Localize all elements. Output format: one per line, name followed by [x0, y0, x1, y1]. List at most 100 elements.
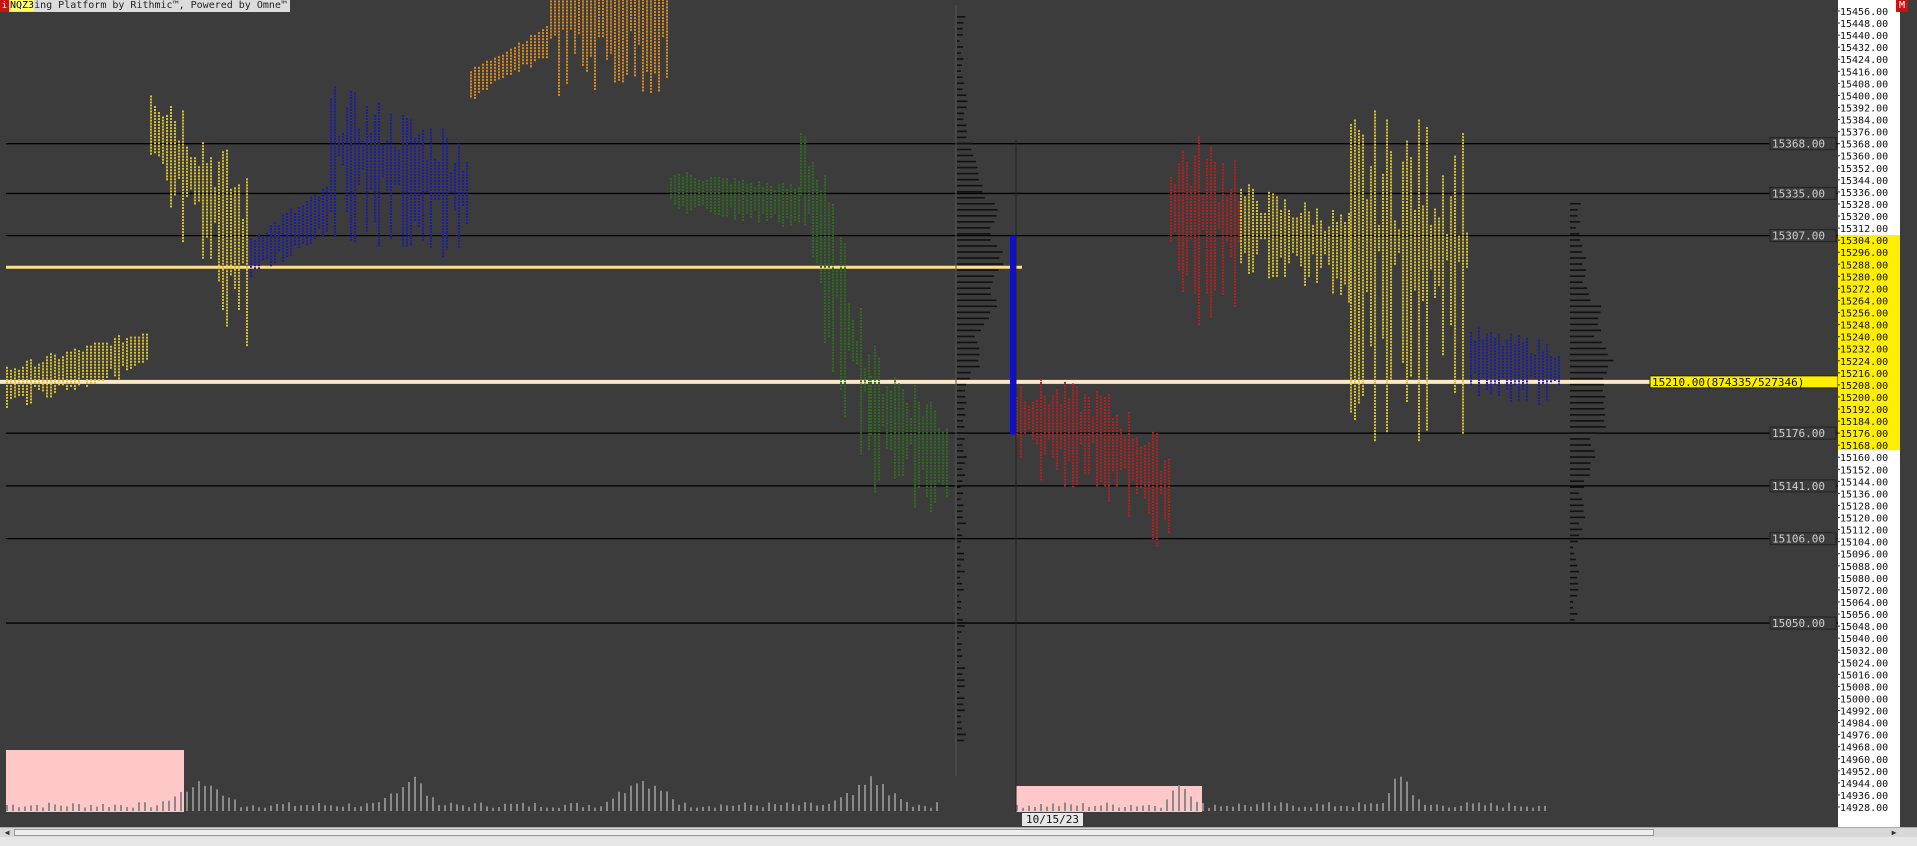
tpo-mark — [874, 412, 876, 415]
tpo-mark — [206, 175, 208, 178]
tpo-mark — [406, 193, 408, 196]
tpo-mark — [828, 205, 830, 208]
tpo-mark — [782, 197, 784, 200]
tpo-mark — [326, 196, 328, 199]
tpo-mark — [820, 250, 822, 253]
tpo-mark — [840, 366, 842, 369]
tpo-mark — [860, 350, 862, 353]
tpo-mark — [66, 387, 68, 390]
tpo-mark — [840, 375, 842, 378]
tpo-mark — [832, 267, 834, 270]
tpo-mark — [314, 228, 316, 231]
tpo-mark — [242, 243, 244, 246]
tpo-mark — [894, 449, 896, 452]
volume-bar — [1412, 795, 1414, 811]
tpo-mark — [274, 243, 276, 246]
tpo-mark — [230, 203, 232, 206]
tpo-mark — [346, 197, 348, 200]
tpo-mark — [378, 229, 380, 232]
tpo-mark — [582, 42, 584, 45]
tpo-mark — [346, 107, 348, 110]
tpo-mark — [558, 3, 560, 6]
tpo-mark — [378, 241, 380, 244]
tpo-mark — [334, 194, 336, 197]
tpo-mark — [778, 184, 780, 187]
tpo-mark — [214, 187, 216, 190]
tpo-mark — [170, 202, 172, 205]
tpo-mark — [78, 362, 80, 365]
tpo-mark — [366, 205, 368, 208]
tpo-mark — [202, 181, 204, 184]
tpo-mark — [378, 169, 380, 172]
tpo-mark — [614, 80, 616, 83]
tpo-mark — [898, 446, 900, 449]
tpo-mark — [50, 383, 52, 386]
tpo-mark — [354, 194, 356, 197]
volume-bar — [474, 803, 476, 811]
tpo-mark — [50, 365, 52, 368]
tpo-mark — [586, 0, 588, 3]
tpo-mark — [630, 17, 632, 20]
tpo-mark — [218, 203, 220, 206]
tpo-mark — [698, 188, 700, 191]
tpo-mark — [466, 170, 468, 173]
tpo-mark — [642, 11, 644, 13]
profile-bar — [957, 221, 995, 223]
profile-bar — [957, 329, 981, 332]
tpo-mark — [722, 199, 724, 202]
tpo-mark — [398, 173, 400, 176]
tpo-mark — [414, 179, 416, 182]
tpo-mark — [414, 206, 416, 209]
volume-bar — [1514, 805, 1516, 811]
tpo-mark — [6, 372, 8, 375]
tpo-mark — [74, 375, 76, 378]
tpo-mark — [820, 223, 822, 226]
tpo-mark — [890, 412, 892, 415]
tpo-mark — [170, 136, 172, 139]
tpo-mark — [330, 125, 332, 128]
profile-bar — [1570, 468, 1591, 470]
tpo-mark — [430, 131, 432, 134]
tpo-mark — [844, 375, 846, 378]
tpo-mark — [58, 377, 60, 380]
tpo-mark — [878, 424, 880, 427]
tpo-mark — [602, 32, 604, 35]
tpo-mark — [226, 288, 228, 291]
tpo-mark — [222, 190, 224, 193]
tpo-mark — [868, 448, 870, 451]
volume-bar — [354, 807, 356, 811]
tpo-mark — [130, 366, 132, 369]
tpo-mark — [586, 18, 588, 21]
tpo-mark — [298, 240, 300, 243]
tpo-mark — [402, 241, 404, 244]
tpo-mark — [578, 7, 580, 10]
tpo-mark — [542, 29, 544, 32]
tpo-mark — [658, 47, 660, 50]
tpo-mark — [50, 356, 52, 359]
tpo-mark — [238, 262, 240, 265]
tpo-mark — [634, 53, 636, 56]
profile-bar — [957, 215, 997, 217]
tpo-mark — [210, 211, 212, 214]
tpo-mark — [618, 18, 620, 21]
tpo-mark — [840, 249, 842, 252]
tpo-mark — [558, 84, 560, 87]
profile-bar — [957, 667, 966, 669]
tpo-mark — [422, 148, 424, 151]
tpo-mark — [226, 294, 228, 297]
tpo-mark — [442, 158, 444, 161]
tpo-mark — [374, 220, 376, 223]
tpo-mark — [426, 181, 428, 184]
tpo-mark — [210, 235, 212, 238]
tpo-mark — [868, 418, 870, 421]
tpo-mark — [594, 0, 596, 3]
tpo-mark — [382, 175, 384, 178]
tpo-mark — [358, 176, 360, 179]
tpo-mark — [642, 41, 644, 44]
tpo-mark — [374, 121, 376, 124]
tpo-mark — [210, 205, 212, 208]
tpo-mark — [790, 202, 792, 205]
tpo-mark — [878, 415, 880, 418]
tpo-mark — [762, 187, 764, 190]
tpo-mark — [804, 214, 806, 217]
